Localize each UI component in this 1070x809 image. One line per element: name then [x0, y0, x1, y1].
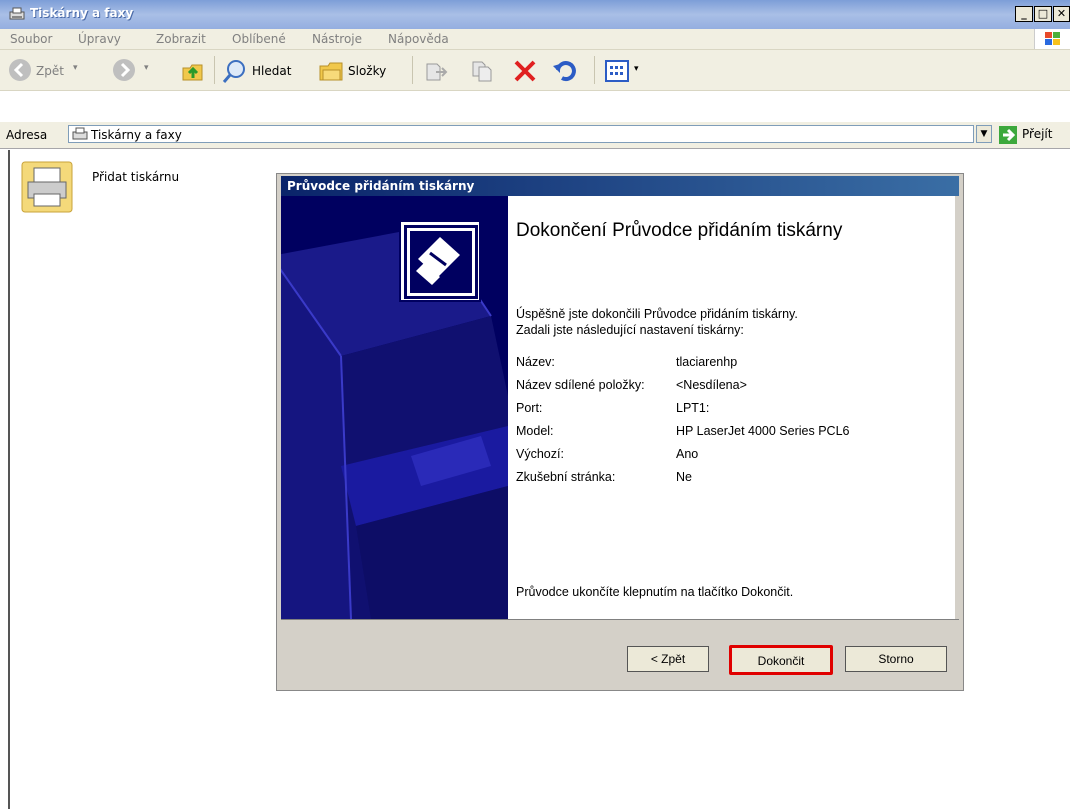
- windows-logo-icon: [1034, 29, 1070, 49]
- menu-upravy[interactable]: Úpravy: [78, 32, 121, 46]
- up-folder-icon[interactable]: [180, 58, 206, 84]
- wizard-cancel-button[interactable]: Storno: [845, 646, 947, 672]
- wizard-content: Dokončení Průvodce přidáním tiskárny Úsp…: [508, 196, 955, 619]
- address-input[interactable]: Tiskárny a faxy: [68, 125, 974, 143]
- go-button[interactable]: Přejít: [998, 123, 1070, 145]
- setting-label-name: Název:: [516, 355, 555, 369]
- folders-label: Složky: [348, 64, 387, 78]
- setting-label-port: Port:: [516, 401, 543, 415]
- search-label: Hledat: [252, 64, 292, 78]
- setting-value-test-page: Ne: [676, 470, 692, 484]
- folders-icon: [319, 62, 343, 81]
- menu-bar: Soubor Úpravy Zobrazit Oblíbené Nástroje…: [0, 29, 1070, 50]
- views-button[interactable]: ▾: [604, 58, 650, 84]
- menu-nastroje[interactable]: Nástroje: [312, 32, 362, 46]
- printer-fax-icon: [9, 7, 25, 20]
- back-arrow-icon: [9, 59, 31, 81]
- address-bar: Adresa Tiskárny a faxy ▼ Přejít: [0, 122, 1070, 149]
- add-printer-label: Přidat tiskárnu: [92, 170, 180, 184]
- wizard-back-button[interactable]: < Zpět: [627, 646, 709, 672]
- wizard-intro-line-2: Zadali jste následující nastavení tiskár…: [516, 323, 744, 337]
- wizard-finish-button[interactable]: Dokončit: [729, 645, 833, 675]
- dialog-title: Průvodce přidáním tiskárny: [287, 179, 475, 193]
- setting-value-name: tlaciarenhp: [676, 355, 738, 369]
- chevron-down-icon: ▾: [73, 63, 78, 73]
- toolbar: Zpět ▾ ▾ Hledat Složky ▾: [0, 50, 1070, 91]
- menu-napoveda[interactable]: Nápověda: [388, 32, 449, 46]
- menu-zobrazit[interactable]: Zobrazit: [156, 32, 206, 46]
- forward-button[interactable]: ▾: [112, 56, 162, 84]
- address-dropdown-button[interactable]: ▼: [976, 125, 992, 143]
- undo-icon[interactable]: [552, 58, 578, 84]
- go-arrow-icon: [999, 126, 1017, 144]
- setting-value-share: <Nesdílena>: [676, 378, 747, 392]
- menu-oblibene[interactable]: Oblíbené: [232, 32, 286, 46]
- dialog-titlebar: Průvodce přidáním tiskárny: [281, 176, 959, 196]
- add-printer-wizard-dialog: Průvodce přidáním tiskárny Dokončení Prů…: [276, 173, 964, 691]
- go-label: Přejít: [1022, 127, 1053, 141]
- window-titlebar: Tiskárny a faxy _ □ ✕: [0, 0, 1070, 29]
- setting-label-share: Název sdílené položky:: [516, 378, 645, 392]
- close-button[interactable]: ✕: [1053, 6, 1070, 22]
- add-printer-item[interactable]: Přidat tiskárnu: [20, 160, 210, 220]
- move-to-icon[interactable]: [424, 58, 450, 84]
- chevron-down-icon: ▾: [634, 64, 639, 74]
- address-label: Adresa: [6, 128, 48, 142]
- add-printer-icon: [21, 161, 73, 213]
- delete-icon[interactable]: [512, 58, 538, 84]
- search-icon: [222, 60, 245, 83]
- chevron-down-icon: ▾: [144, 63, 149, 73]
- copy-to-icon[interactable]: [470, 58, 496, 84]
- setting-value-port: LPT1:: [676, 401, 710, 415]
- printer-logo-icon: [399, 220, 481, 302]
- folders-button[interactable]: Složky: [318, 56, 402, 84]
- window-title: Tiskárny a faxy: [30, 6, 134, 20]
- back-label: Zpět: [36, 64, 64, 78]
- wizard-intro-line-1: Úspěšně jste dokončili Průvodce přidáním…: [516, 307, 798, 321]
- back-button[interactable]: Zpět ▾: [8, 56, 88, 84]
- address-value: Tiskárny a faxy: [91, 128, 182, 142]
- setting-value-model: HP LaserJet 4000 Series PCL6: [676, 424, 850, 438]
- forward-arrow-icon: [113, 59, 135, 81]
- maximize-button[interactable]: □: [1034, 6, 1052, 22]
- menu-soubor[interactable]: Soubor: [10, 32, 52, 46]
- setting-label-model: Model:: [516, 424, 554, 438]
- search-button[interactable]: Hledat: [222, 56, 306, 84]
- setting-value-default: Ano: [676, 447, 699, 461]
- wizard-button-bar: < Zpět Dokončit Storno: [281, 619, 959, 688]
- wizard-heading: Dokončení Průvodce přidáním tiskárny: [516, 220, 843, 241]
- setting-label-test-page: Zkušební stránka:: [516, 470, 616, 484]
- setting-label-default: Výchozí:: [516, 447, 564, 461]
- wizard-footer-text: Průvodce ukončíte klepnutím na tlačítko …: [516, 585, 794, 599]
- printer-fax-icon: [72, 127, 88, 140]
- wizard-banner: [281, 196, 508, 619]
- minimize-button[interactable]: _: [1015, 6, 1033, 22]
- views-icon: [605, 60, 629, 82]
